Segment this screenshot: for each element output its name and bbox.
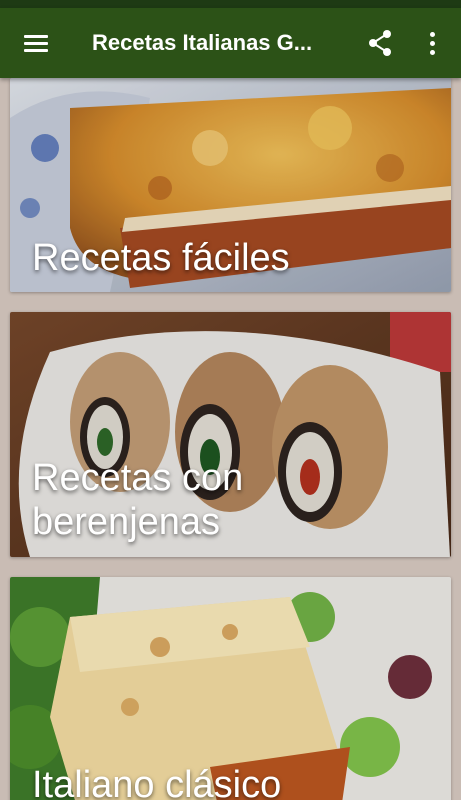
card-title: Italiano clásico [32, 764, 282, 800]
more-options-button[interactable] [412, 23, 452, 63]
share-button[interactable] [360, 23, 400, 63]
card-title: Recetas fáciles [32, 237, 290, 279]
card-title: Recetas con berenjenas [32, 457, 244, 543]
status-bar [0, 0, 461, 8]
category-card[interactable]: Recetas con berenjenas [10, 312, 451, 557]
menu-button[interactable] [16, 23, 56, 63]
share-icon [369, 30, 391, 56]
app-bar: Recetas Italianas G... [0, 8, 461, 78]
app-title: Recetas Italianas G... [92, 30, 313, 55]
category-card[interactable]: Italiano clásico [10, 577, 451, 800]
category-list[interactable]: Recetas fáciles Recetas con berenjenas I… [0, 78, 461, 800]
category-card[interactable]: Recetas fáciles [10, 78, 451, 292]
